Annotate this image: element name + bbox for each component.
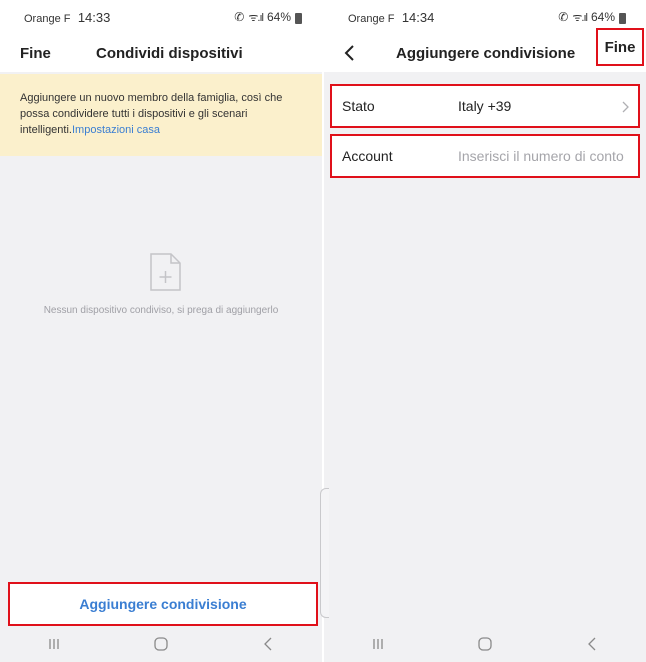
empty-state-text: Nessun dispositivo condiviso, si prega d…: [43, 305, 279, 316]
battery-icon: [619, 12, 626, 24]
recent-apps-icon[interactable]: [24, 632, 84, 656]
recent-apps-icon[interactable]: [348, 632, 408, 656]
home-settings-link[interactable]: Impostazioni casa: [72, 124, 160, 136]
page-title: Condividi dispositivi: [96, 44, 243, 62]
info-banner: Aggiungere un nuovo membro della famigli…: [0, 74, 322, 156]
account-label: Account: [342, 148, 393, 164]
carrier-label: Orange F: [348, 12, 395, 25]
system-nav-bar: [324, 626, 646, 662]
wifi-call-icon: ✆: [558, 10, 569, 24]
chevron-left-icon[interactable]: [340, 43, 360, 63]
back-nav-icon[interactable]: [562, 632, 622, 656]
clock: 14:34: [401, 9, 435, 25]
done-button[interactable]: Fine: [20, 45, 51, 62]
battery-level: 64%: [590, 10, 615, 24]
nav-bar: Aggiungere condivisione Fine: [324, 28, 646, 72]
done-button[interactable]: Fine: [596, 28, 644, 66]
status-right: ✆ ᯤ.ıl 64%: [234, 10, 302, 25]
battery-icon: [295, 12, 302, 24]
country-row[interactable]: Stato Italy +39: [330, 84, 640, 128]
add-file-icon: [150, 253, 181, 291]
wifi-call-icon: ✆: [234, 10, 245, 24]
add-share-button[interactable]: Aggiungere condivisione: [8, 582, 318, 626]
home-icon[interactable]: [455, 632, 515, 656]
country-value: Italy +39: [458, 98, 512, 114]
page-title: Aggiungere condivisione: [396, 44, 576, 62]
status-left: Orange F 14:34: [348, 10, 434, 25]
account-row[interactable]: Account Inserisci il numero di conto: [330, 134, 640, 178]
status-left: Orange F 14:33: [24, 10, 110, 25]
account-input[interactable]: Inserisci il numero di conto: [458, 148, 624, 164]
signal-icon: ᯤ.ıl: [248, 11, 264, 24]
clock: 14:33: [77, 9, 111, 25]
home-icon[interactable]: [131, 632, 191, 656]
system-nav-bar: [0, 626, 322, 662]
back-nav-icon[interactable]: [238, 632, 298, 656]
status-right: ✆ ᯤ.ıl 64%: [558, 10, 626, 25]
carrier-label: Orange F: [24, 12, 71, 25]
add-share-screen: Orange F 14:34 ✆ ᯤ.ıl 64% Aggiungere con…: [324, 0, 646, 662]
share-devices-screen: Orange F 14:33 ✆ ᯤ.ıl 64% Fine Condividi…: [0, 0, 322, 662]
battery-level: 64%: [266, 10, 291, 24]
nav-bar: Fine Condividi dispositivi: [0, 34, 322, 72]
signal-icon: ᯤ.ıl: [572, 11, 588, 24]
chevron-right-icon: [622, 101, 629, 113]
status-bar: Orange F 14:33 ✆ ᯤ.ıl 64%: [0, 0, 322, 34]
country-label: Stato: [342, 98, 375, 114]
modal-edge: [320, 488, 329, 618]
